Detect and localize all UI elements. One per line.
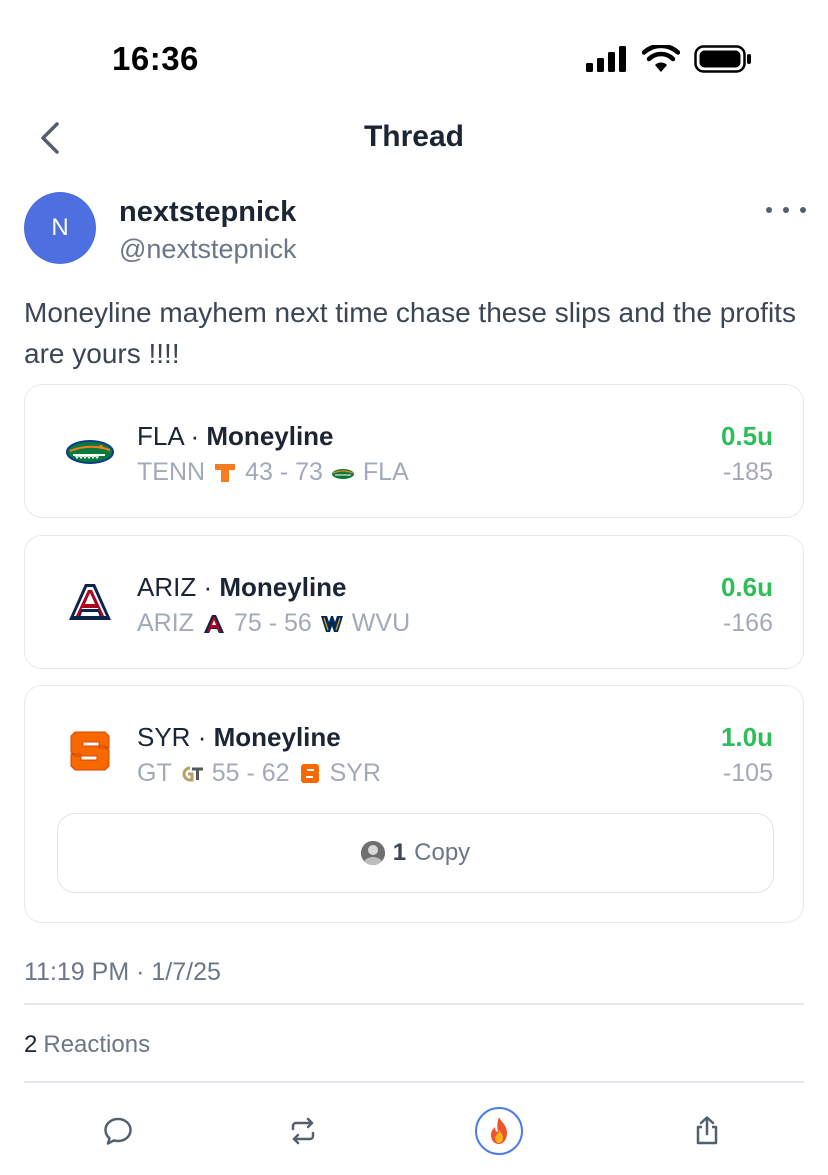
bet-odds: -166 [722,609,773,637]
share-button[interactable] [682,1106,732,1156]
score: 43 - 73 [245,458,323,486]
florida-gators-logo [66,440,114,464]
syracuse-logo [300,763,319,783]
reactions-link[interactable]: 2 Reactions [24,1031,150,1059]
more-options-button[interactable] [766,200,806,220]
status-icons [586,45,752,73]
fire-reaction-button[interactable] [474,1106,524,1156]
bet-card[interactable]: ARIZ · Moneyline ARIZ 75 - 56 WVU 0.6u -… [24,535,804,669]
bet-units: 1.0u [720,722,773,752]
repost-button[interactable] [278,1106,328,1156]
reactions-label: Reactions [43,1031,151,1058]
more-horizontal-icon [766,207,772,213]
bet-title: SYR · Moneyline [137,722,341,752]
avatar-initial: N [51,214,69,241]
west-virginia-logo [320,615,343,632]
score: 55 - 62 [211,759,290,787]
bet-odds: -185 [722,458,773,486]
action-bar [0,1100,828,1160]
away-team: ARIZ [137,609,194,637]
arizona-wildcats-logo [69,584,111,620]
divider [24,1003,804,1005]
share-icon [696,1116,718,1145]
fire-icon [491,1117,507,1144]
bet-odds: -105 [722,759,773,787]
copier-avatar [360,841,385,865]
status-time: 16:36 [112,40,199,77]
bet-matchup: ARIZ 75 - 56 WVU [137,609,410,638]
wifi-icon [642,45,680,72]
away-team: TENN [137,458,206,486]
user-handle[interactable]: @nextstepnick [119,234,297,265]
bet-units: 0.6u [720,572,773,602]
reply-icon [104,1117,132,1145]
bet-card[interactable]: FLA · Moneyline TENN 43 - 73 FLA 0.5u -1… [24,384,804,518]
away-team: GT [137,759,172,787]
post-timestamp: 11:19 PM · 1/7/25 [24,958,221,986]
bet-card[interactable]: SYR · Moneyline GT 55 - 62 SYR 1.0u -105… [24,685,804,923]
avatar[interactable]: N [24,192,96,264]
copy-count: 1 [392,839,407,866]
post-text: Moneyline mayhem next time chase these s… [24,297,796,369]
tennessee-logo [215,463,236,482]
copy-label: Copy [414,839,471,866]
status-bar: 16:36 [0,0,828,100]
score: 75 - 56 [233,609,312,637]
home-team: WVU [351,609,411,637]
divider [24,1081,804,1083]
reactions-count: 2 [24,1031,38,1058]
home-team: SYR [329,759,381,787]
arizona-logo [203,614,224,633]
bet-title: ARIZ · Moneyline [137,572,347,602]
repost-icon [291,1117,315,1145]
bet-matchup: GT 55 - 62 SYR [137,759,381,788]
nav-bar: Thread [0,110,828,166]
copy-button[interactable]: 1 Copy [57,813,774,893]
home-team: FLA [362,458,409,486]
fire-reaction-ring [475,1107,523,1155]
georgia-tech-logo [182,766,203,781]
signal-icon [586,46,626,72]
battery-icon [694,45,751,73]
bet-title: FLA · Moneyline [137,421,334,451]
bet-matchup: TENN 43 - 73 FLA [137,458,409,487]
reply-button[interactable] [93,1106,143,1156]
bet-units: 0.5u [720,421,773,451]
page-title: Thread [363,120,465,153]
display-name[interactable]: nextstepnick [119,196,296,229]
post-header: N nextstepnick @nextstepnick [24,192,814,272]
florida-logo [331,468,354,479]
syracuse-orange-logo [70,731,110,771]
